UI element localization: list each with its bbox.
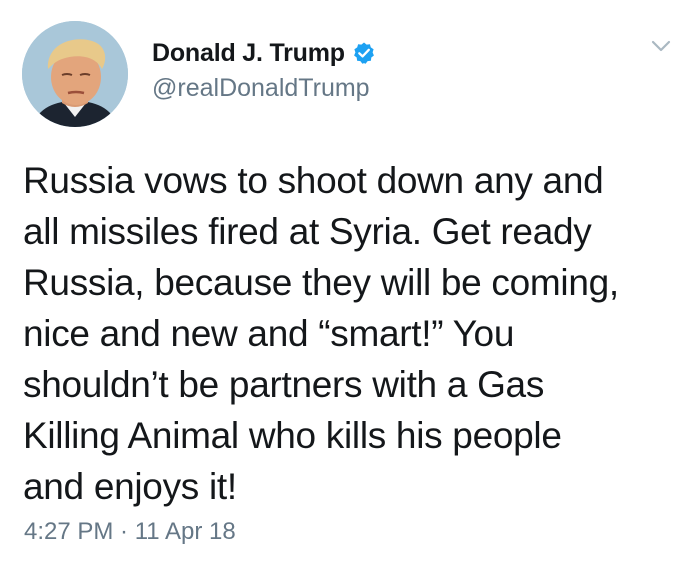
display-name[interactable]: Donald J. Trump (152, 39, 345, 68)
user-handle[interactable]: @realDonaldTrump (152, 74, 376, 103)
verified-badge-icon (352, 41, 376, 65)
tweet-author[interactable]: Donald J. Trump @realDonaldTrump (152, 38, 376, 103)
name-row: Donald J. Trump (152, 38, 376, 68)
tweet-text: Russia vows to shoot down any and all mi… (23, 160, 619, 507)
avatar-image (22, 21, 128, 127)
tweet-card: Donald J. Trump @realDonaldTrump Russia … (0, 0, 700, 572)
tweet-timestamp[interactable]: 4:27 PM · 11 Apr 18 (24, 518, 236, 546)
chevron-down-icon[interactable] (650, 38, 672, 54)
avatar[interactable] (22, 21, 128, 127)
